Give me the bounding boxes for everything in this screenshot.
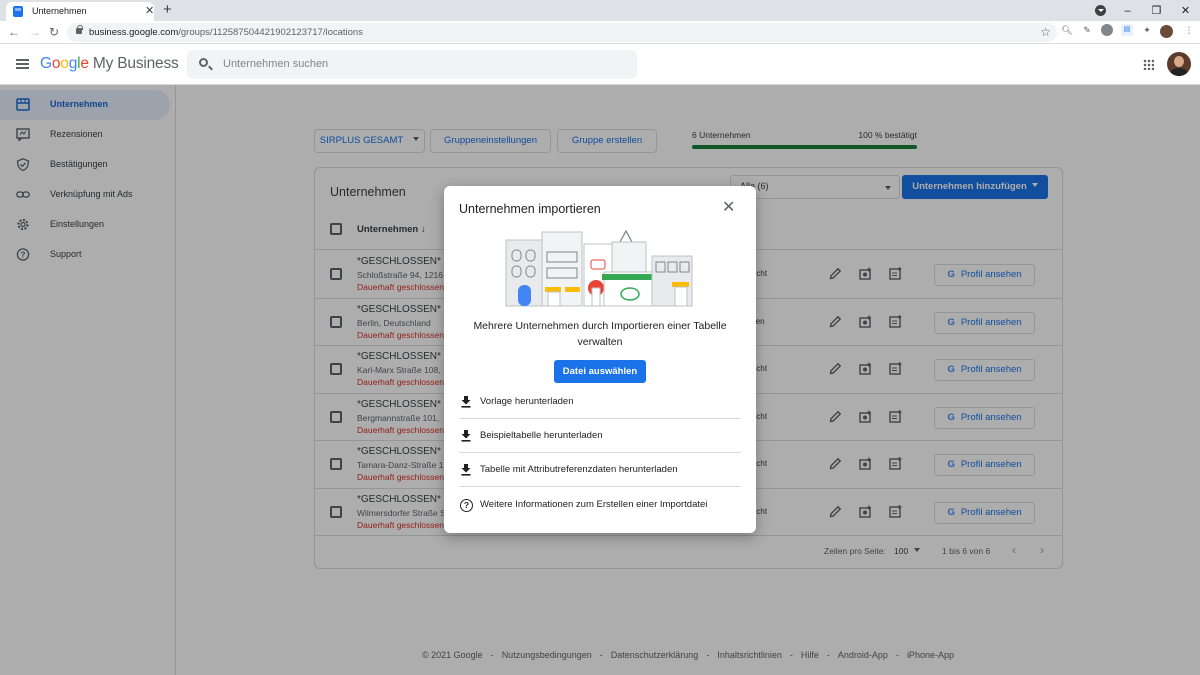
new-tab-button[interactable]: + [163, 1, 172, 18]
puzzle-extensions-icon[interactable]: ✦ [1141, 24, 1153, 36]
menu-icon[interactable] [16, 59, 29, 69]
download-icon [461, 464, 471, 476]
close-icon[interactable]: ✕ [722, 200, 735, 216]
tab-close-icon[interactable]: ✕ [145, 4, 154, 17]
tool-extension-icon[interactable]: ✎ [1081, 24, 1093, 36]
dialog-title: Unternehmen importieren [459, 202, 601, 216]
download-sample-label: Beispieltabelle herunterladen [480, 430, 603, 441]
more-info-link[interactable]: ? Weitere Informationen zum Erstellen ei… [459, 488, 741, 522]
lock-icon [76, 25, 83, 34]
gmb-favicon-icon [13, 6, 23, 17]
close-window-button[interactable]: ✕ [1171, 4, 1200, 17]
download-icon [461, 396, 471, 408]
download-sample-link[interactable]: Beispieltabelle herunterladen [459, 419, 741, 453]
browser-tab[interactable]: Unternehmen ✕ [6, 2, 154, 21]
back-arrow-icon[interactable]: ← [8, 25, 20, 39]
browser-tab-bar: Unternehmen ✕ + – ❐ ✕ [0, 0, 1200, 21]
browser-toolbar: ← → ↻ business.google.com/groups/1125875… [0, 21, 1200, 44]
tab-title: Unternehmen [32, 6, 87, 16]
url-text: business.google.com/groups/1125875044219… [89, 27, 363, 38]
globe-extension-icon[interactable] [1101, 24, 1113, 36]
download-template-link[interactable]: Vorlage herunterladen [459, 385, 741, 419]
import-dialog: Unternehmen importieren ✕ Mehrere Untern… [444, 186, 756, 533]
google-my-business-logo[interactable]: Google My Business [40, 55, 179, 73]
download-attributes-label: Tabelle mit Attributreferenzdaten herunt… [480, 464, 678, 475]
search-icon [199, 58, 208, 67]
download-attributes-link[interactable]: Tabelle mit Attributreferenzdaten herunt… [459, 453, 741, 487]
dialog-description: Mehrere Unternehmen durch Importieren ei… [473, 320, 727, 348]
google-apps-icon[interactable] [1143, 59, 1154, 70]
select-file-button[interactable]: Datei auswählen [554, 360, 646, 383]
tab-search-icon[interactable] [1095, 5, 1106, 16]
bookmark-star-icon[interactable]: ☆ [1040, 25, 1051, 39]
forward-arrow-icon[interactable]: → [29, 25, 41, 39]
reload-icon[interactable]: ↻ [49, 25, 59, 39]
search-input[interactable]: Unternehmen suchen [187, 50, 637, 79]
window-controls: – ❐ ✕ [1113, 0, 1200, 21]
avatar[interactable] [1167, 52, 1191, 76]
chrome-profile-avatar[interactable] [1160, 25, 1173, 38]
search-placeholder: Unternehmen suchen [223, 58, 329, 70]
download-icon [461, 430, 471, 442]
chrome-menu-icon[interactable]: ⋮ [1183, 24, 1195, 36]
address-bar[interactable]: business.google.com/groups/1125875044219… [67, 23, 1057, 42]
help-icon: ? [460, 499, 473, 512]
download-template-label: Vorlage herunterladen [480, 396, 574, 407]
restore-button[interactable]: ❐ [1142, 4, 1171, 17]
search-extension-icon[interactable]: 🔍︎ [1061, 24, 1073, 36]
app-header: Google My Business Unternehmen suchen [0, 44, 1200, 85]
storefront-illustration [505, 230, 693, 307]
more-info-label: Weitere Informationen zum Erstellen eine… [480, 499, 708, 510]
translate-extension-icon[interactable]: ▤ [1121, 24, 1133, 36]
minimize-button[interactable]: – [1113, 5, 1142, 17]
